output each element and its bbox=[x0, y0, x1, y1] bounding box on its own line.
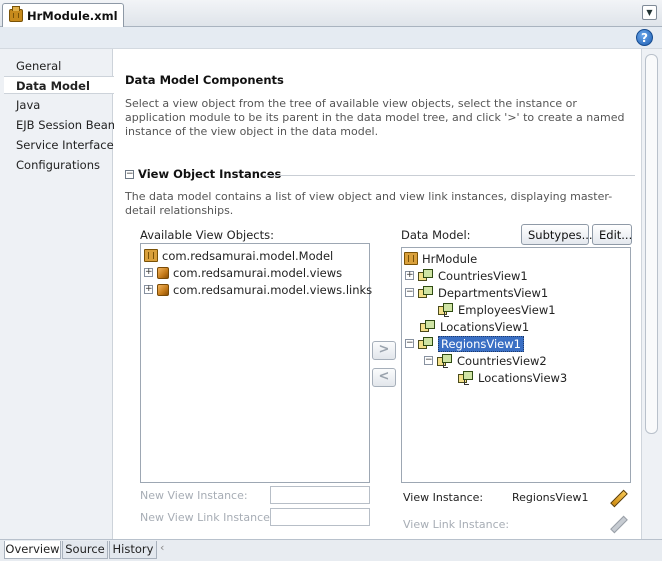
tree-item-label: com.redsamurai.model.Model bbox=[162, 248, 334, 263]
available-view-objects-tree[interactable]: com.redsamurai.model.Model + com.redsamu… bbox=[140, 243, 372, 483]
edit-button[interactable]: Edit... bbox=[592, 224, 632, 245]
nav-item-data-model[interactable]: Data Model bbox=[4, 76, 114, 94]
edit-view-link-instance-pencil-icon bbox=[610, 516, 626, 532]
scroll-left-icon[interactable]: ‹ bbox=[160, 541, 164, 554]
view-link-instance-icon bbox=[458, 370, 474, 385]
tree-item-label: DepartmentsView1 bbox=[438, 285, 549, 300]
subtypes-button[interactable]: Subtypes... bbox=[521, 224, 593, 245]
new-view-link-instance-field[interactable] bbox=[270, 508, 370, 526]
expand-icon[interactable]: + bbox=[144, 285, 153, 294]
application-module-icon bbox=[9, 6, 23, 22]
package-icon bbox=[157, 283, 169, 296]
application-module-icon bbox=[404, 252, 418, 265]
section-description: The data model contains a list of view o… bbox=[125, 190, 613, 217]
tree-item-label: LocationsView3 bbox=[478, 370, 568, 385]
expand-icon[interactable]: + bbox=[405, 271, 414, 280]
collapse-icon[interactable]: − bbox=[405, 288, 414, 297]
view-instance-label: View Instance: bbox=[403, 491, 484, 504]
tree-item-label: com.redsamurai.model.views.links bbox=[173, 282, 373, 297]
tree-item-locationsview3[interactable]: LocationsView3 bbox=[458, 369, 567, 386]
tree-item-departmentsview1[interactable]: − DepartmentsView1 bbox=[405, 284, 548, 301]
tree-item-views-package[interactable]: + com.redsamurai.model.views bbox=[144, 264, 342, 281]
tree-item-label: com.redsamurai.model.views bbox=[173, 265, 343, 280]
package-icon bbox=[144, 249, 158, 262]
tab-overview[interactable]: Overview bbox=[4, 541, 61, 559]
document-tab[interactable]: HrModule.xml bbox=[2, 3, 124, 27]
tree-item-regionsview1[interactable]: − RegionsView1 bbox=[405, 335, 524, 352]
tree-item-countriesview1[interactable]: + CountriesView1 bbox=[405, 267, 528, 284]
section-divider bbox=[264, 175, 635, 176]
new-view-link-instance-label: New View Link Instance: bbox=[140, 511, 274, 524]
help-icon[interactable]: ? bbox=[636, 29, 653, 46]
tree-item-label: LocationsView1 bbox=[440, 319, 530, 334]
collapse-icon[interactable]: − bbox=[405, 339, 414, 348]
view-instance-icon bbox=[418, 268, 434, 283]
editor-navigation: General Data Model Java EJB Session Bean… bbox=[0, 49, 115, 539]
tree-item-hrmodule[interactable]: HrModule bbox=[404, 250, 477, 267]
add-to-data-model-button[interactable]: > bbox=[372, 341, 396, 360]
tree-item-label: CountriesView1 bbox=[438, 268, 528, 283]
view-link-instance-icon bbox=[438, 302, 454, 317]
tree-item-countriesview2[interactable]: − CountriesView2 bbox=[424, 352, 547, 369]
collapse-icon[interactable]: − bbox=[424, 356, 433, 365]
tab-history[interactable]: History bbox=[109, 541, 157, 559]
tab-source[interactable]: Source bbox=[62, 541, 108, 559]
edit-view-instance-pencil-icon[interactable] bbox=[610, 490, 626, 506]
data-model-label: Data Model: bbox=[401, 228, 471, 242]
available-view-objects-label: Available View Objects: bbox=[140, 228, 274, 242]
tree-item-label: EmployeesView1 bbox=[458, 302, 556, 317]
view-instance-icon bbox=[418, 285, 434, 300]
document-tab-title: HrModule.xml bbox=[27, 8, 118, 23]
tree-item-locationsview1[interactable]: LocationsView1 bbox=[420, 318, 529, 335]
view-instance-icon bbox=[418, 336, 434, 351]
tree-item-label: CountriesView2 bbox=[457, 353, 547, 368]
nav-item-java[interactable]: Java bbox=[4, 96, 112, 114]
tree-item-employeesview1[interactable]: EmployeesView1 bbox=[438, 301, 556, 318]
tab-list-dropdown-button[interactable]: ▼ bbox=[642, 5, 657, 20]
view-link-instance-icon bbox=[437, 353, 453, 368]
page-title: Data Model Components bbox=[125, 73, 284, 87]
data-model-tree[interactable]: HrModule + CountriesView1 − DepartmentsV… bbox=[401, 247, 631, 483]
expand-icon[interactable]: + bbox=[144, 268, 153, 277]
remove-from-data-model-button[interactable]: < bbox=[372, 368, 396, 387]
tree-item-label: HrModule bbox=[422, 251, 478, 266]
new-view-instance-field[interactable] bbox=[270, 486, 370, 504]
view-instance-icon bbox=[420, 319, 436, 334]
tree-item-links-package[interactable]: + com.redsamurai.model.views.links bbox=[144, 281, 372, 298]
nav-item-service-interface[interactable]: Service Interface bbox=[4, 136, 114, 154]
help-strip bbox=[0, 27, 662, 49]
view-instance-value: RegionsView1 bbox=[512, 491, 589, 504]
tree-item-model-package[interactable]: com.redsamurai.model.Model bbox=[144, 247, 333, 264]
section-title: View Object Instances bbox=[138, 167, 282, 181]
section-collapse-icon[interactable]: − bbox=[125, 170, 134, 179]
nav-item-ejb-session-bean[interactable]: EJB Session Bean bbox=[4, 116, 115, 134]
data-model-page: Data Model Components Select a view obje… bbox=[114, 49, 641, 539]
nav-item-configurations[interactable]: Configurations bbox=[4, 156, 112, 174]
vertical-scrollbar-thumb[interactable] bbox=[645, 54, 658, 434]
nav-item-general[interactable]: General bbox=[4, 57, 112, 75]
tree-item-label-selected: RegionsView1 bbox=[438, 335, 524, 352]
view-link-instance-label: View Link Instance: bbox=[403, 518, 510, 531]
new-view-instance-label: New View Instance: bbox=[140, 489, 248, 502]
package-icon bbox=[157, 266, 169, 279]
page-description: Select a view object from the tree of av… bbox=[125, 97, 625, 138]
